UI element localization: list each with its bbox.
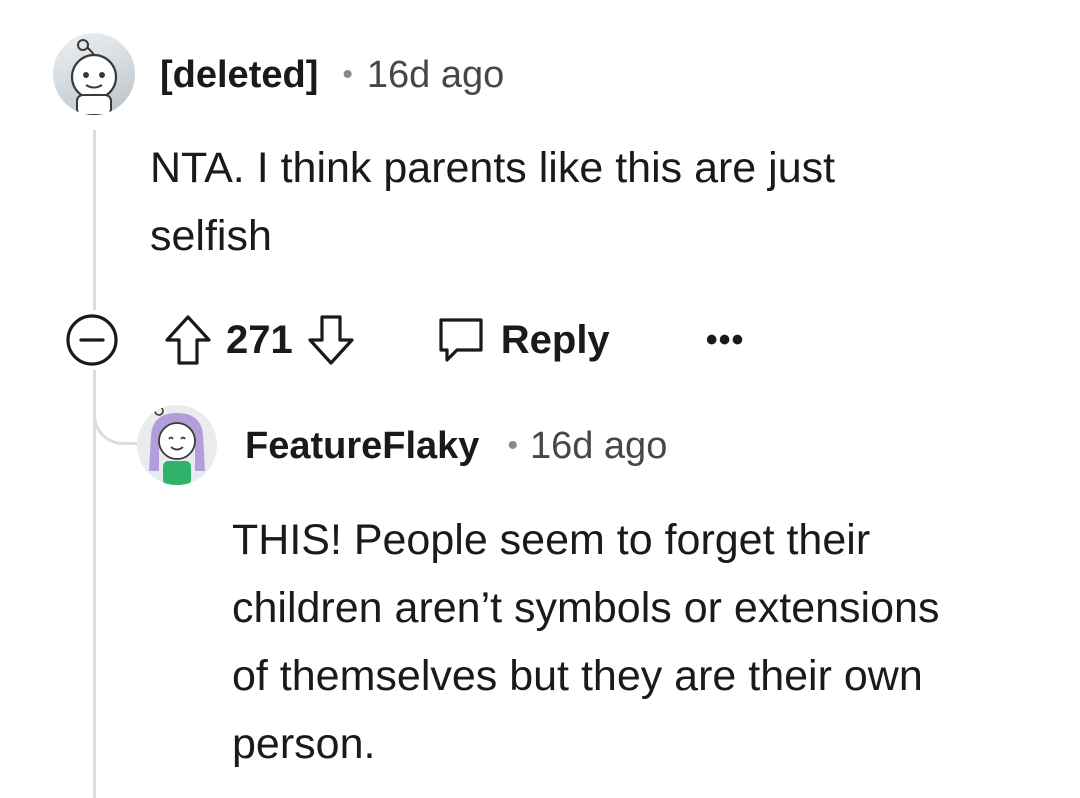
comment-meta: FeatureFlaky • 16d ago: [245, 423, 667, 469]
thread-line-main-lower[interactable]: [93, 370, 96, 798]
username[interactable]: FeatureFlaky: [245, 425, 479, 468]
downvote-button[interactable]: [303, 310, 359, 370]
comment-body-line: THIS! People seem to forget their: [232, 516, 871, 564]
avatar[interactable]: [53, 33, 135, 115]
username[interactable]: [deleted]: [160, 54, 318, 97]
meta-separator: •: [507, 429, 518, 462]
comment-body: NTA. I think parents like this are just …: [150, 134, 1030, 270]
upvote-button[interactable]: [160, 310, 216, 370]
vote-score: 271: [226, 317, 293, 362]
comment-actions: 271 Reply •••: [62, 310, 744, 370]
comment-body-line: selfish: [150, 212, 272, 260]
snoo-avatar-gray-icon: [70, 39, 118, 115]
timestamp: 16d ago: [366, 53, 505, 96]
collapse-icon: [66, 314, 118, 366]
comment-body-line: NTA. I think parents like this are just: [150, 144, 836, 192]
comment-body-line: person.: [232, 720, 376, 768]
comment-bubble-icon: [439, 318, 483, 362]
thread-line-main[interactable]: [93, 130, 96, 310]
comment-meta: [deleted] • 16d ago: [160, 52, 504, 98]
snoo-avatar-purple-hair-icon: [137, 405, 217, 485]
reply-button[interactable]: Reply: [435, 314, 610, 366]
meta-separator: •: [342, 58, 353, 91]
more-options-button[interactable]: •••: [706, 321, 745, 360]
comment-body-line: children aren’t symbols or extensions: [232, 584, 940, 632]
collapse-button[interactable]: [62, 310, 122, 370]
timestamp: 16d ago: [529, 424, 668, 467]
upvote-arrow-icon: [165, 315, 211, 365]
downvote-arrow-icon: [308, 315, 354, 365]
reply-label: Reply: [500, 317, 610, 362]
comment-body: THIS! People seem to forget their childr…: [232, 506, 1052, 778]
avatar[interactable]: [137, 405, 217, 485]
comment-body-line: of themselves but they are their own: [232, 652, 923, 700]
